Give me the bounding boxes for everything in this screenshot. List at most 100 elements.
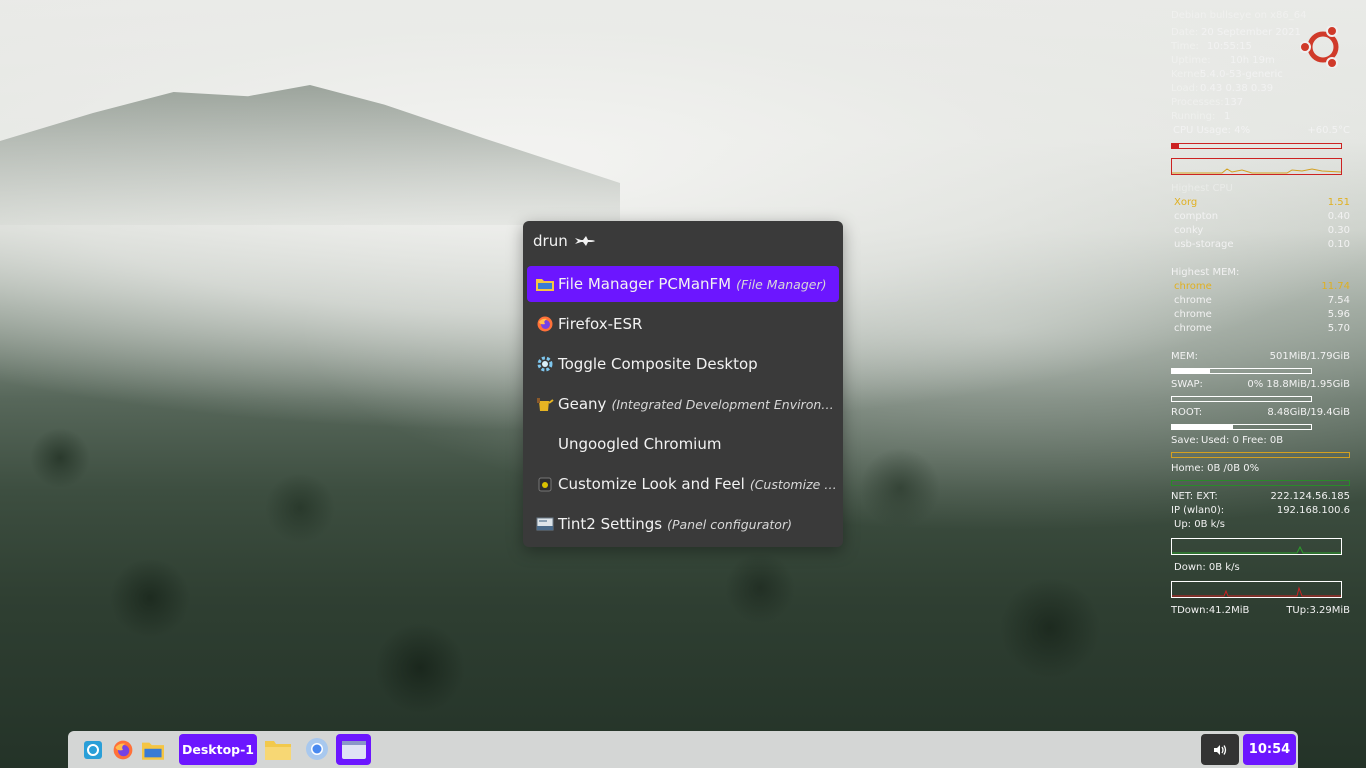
launcher-item-label: Firefox-ESR <box>558 315 643 333</box>
launcher-item-geany[interactable]: Geany (Integrated Development Environmen… <box>527 386 839 422</box>
geany-icon <box>536 395 554 413</box>
launcher-item-subtitle: (Integrated Development Environment) <box>611 396 839 412</box>
conky-processes-label: Processes: <box>1171 97 1224 108</box>
net-down-label: Down: 0B k/s <box>1174 562 1240 573</box>
gear-icon <box>536 355 554 373</box>
root-value: 8.48GiB/19.4GiB <box>1267 407 1350 418</box>
root-bar <box>1171 424 1312 430</box>
top-mem-proc-1: chrome <box>1174 281 1212 292</box>
top-cpu-val-2: 0.40 <box>1327 211 1350 222</box>
launcher-item-ungoogled-chromium[interactable]: Ungoogled Chromium <box>527 426 839 462</box>
firefox-icon <box>113 740 133 760</box>
conky-time-label: Time: <box>1171 41 1199 52</box>
speaker-icon <box>1214 744 1227 755</box>
launcher-item-customize-look[interactable]: Customize Look and Feel (Customize L… <box>527 466 839 502</box>
home-label: Home: 0B /0B 0% <box>1171 463 1260 474</box>
top-cpu-proc-2: compton <box>1174 211 1219 222</box>
top-cpu-proc-4: usb-storage <box>1174 239 1234 250</box>
file-manager-launcher[interactable] <box>142 739 164 761</box>
blank-icon <box>536 435 554 453</box>
app-launcher: drun File Manager PCManFM (File Manager)… <box>523 221 843 547</box>
clock[interactable]: 10:54 <box>1243 734 1296 765</box>
conky-date-label: Date: <box>1171 27 1199 38</box>
top-mem-val-3: 5.96 <box>1327 309 1350 320</box>
launcher-prompt[interactable]: drun <box>533 232 596 250</box>
launcher-item-firefox[interactable]: Firefox-ESR <box>527 306 839 342</box>
task-folder[interactable] <box>265 736 291 762</box>
cpu-graph-plot <box>1172 168 1342 174</box>
task-chromium[interactable] <box>304 736 330 762</box>
net-up-plot <box>1172 545 1341 554</box>
chromium-icon <box>306 738 328 760</box>
mem-label: MEM: <box>1171 351 1198 362</box>
conky-date-value: 20 September 2021 <box>1201 27 1301 38</box>
conky-running-value: 1 <box>1224 111 1231 122</box>
conky-processes-value: 137 <box>1224 97 1244 108</box>
show-desktop-launcher[interactable] <box>82 739 104 761</box>
swap-label: SWAP: <box>1171 379 1203 390</box>
net-ext-value: 222.124.56.185 <box>1270 491 1350 502</box>
save-label: Save: <box>1171 435 1199 446</box>
launcher-item-tint2-settings[interactable]: Tint2 Settings (Panel configurator) <box>527 506 839 542</box>
conky-time-value: 10:55:15 <box>1207 41 1252 52</box>
show-desktop-icon <box>84 741 102 759</box>
swap-bar <box>1171 396 1312 402</box>
file-manager-icon <box>142 742 164 760</box>
cpu-usage-label: CPU Usage: 4% <box>1173 125 1251 136</box>
launcher-item-file-manager[interactable]: File Manager PCManFM (File Manager) <box>527 266 839 302</box>
launcher-item-subtitle: (File Manager) <box>736 276 827 292</box>
conky-header: Debian bullseye on x86_64 <box>1171 10 1307 21</box>
conky-uptime-value: 10h 19m <box>1230 55 1275 66</box>
ubuntu-logo-icon <box>1300 26 1339 68</box>
top-mem-proc-4: chrome <box>1174 323 1212 334</box>
top-cpu-proc-1: Xorg <box>1174 197 1198 208</box>
net-ip-label: IP (wlan0): <box>1171 505 1225 516</box>
folder-icon <box>536 275 554 293</box>
home-bar <box>1171 480 1350 486</box>
net-down-graph <box>1171 581 1342 598</box>
launcher-item-label: Customize Look and Feel <box>558 475 745 493</box>
volume-button[interactable] <box>1201 734 1239 765</box>
task-active-window[interactable] <box>336 734 371 765</box>
net-ip-value: 192.168.100.6 <box>1276 505 1350 516</box>
net-total-up: TUp:3.29MiB <box>1286 605 1350 616</box>
launcher-item-label: Tint2 Settings <box>558 515 663 533</box>
mem-bar <box>1171 368 1312 374</box>
launcher-prompt-text: drun <box>533 232 568 250</box>
top-mem-proc-3: chrome <box>1174 309 1212 320</box>
tint2-icon <box>536 515 554 533</box>
root-label: ROOT: <box>1171 407 1203 418</box>
cpu-usage-bar <box>1171 143 1342 149</box>
top-cpu-proc-3: conky <box>1174 225 1204 236</box>
top-mem-val-1: 11.74 <box>1321 281 1350 292</box>
window-icon <box>341 740 366 759</box>
cpu-graph <box>1171 158 1342 175</box>
cpu-temp: +60.5°C <box>1307 125 1350 136</box>
conky-load-value: 0.43 0.38 0.39 <box>1200 83 1274 94</box>
highest-mem-title: Highest MEM: <box>1171 267 1240 278</box>
launcher-item-subtitle: (Customize L… <box>749 476 839 492</box>
top-mem-proc-2: chrome <box>1174 295 1212 306</box>
firefox-launcher[interactable] <box>112 739 134 761</box>
launcher-item-toggle-composite[interactable]: Toggle Composite Desktop <box>527 346 839 382</box>
taskbar: Desktop-1 10:54 <box>68 731 1298 768</box>
net-down-plot <box>1172 586 1341 597</box>
wallpaper-mountain <box>0 85 620 225</box>
launcher-item-subtitle: (Panel configurator) <box>667 516 792 532</box>
desktop-switcher-button[interactable]: Desktop-1 <box>179 734 257 765</box>
top-mem-val-2: 7.54 <box>1327 295 1350 306</box>
folder-icon <box>265 741 291 760</box>
conky-uptime-label: Uptime: <box>1171 55 1211 66</box>
net-up-graph <box>1171 538 1342 555</box>
top-cpu-val-1: 1.51 <box>1327 197 1350 208</box>
launcher-item-label: Ungoogled Chromium <box>558 435 722 453</box>
conky-load-label: Load: <box>1171 83 1199 94</box>
conky-running-label: Running: <box>1171 111 1216 122</box>
conky-kernel-value: 5.4.0-53-generic <box>1200 69 1283 80</box>
top-cpu-val-4: 0.10 <box>1327 239 1350 250</box>
firefox-icon <box>536 315 554 333</box>
net-total-down: TDown:41.2MiB <box>1171 605 1250 616</box>
rocket-icon <box>574 236 595 246</box>
launcher-item-label: File Manager PCManFM <box>558 275 732 293</box>
net-up-label: Up: 0B k/s <box>1174 519 1225 530</box>
